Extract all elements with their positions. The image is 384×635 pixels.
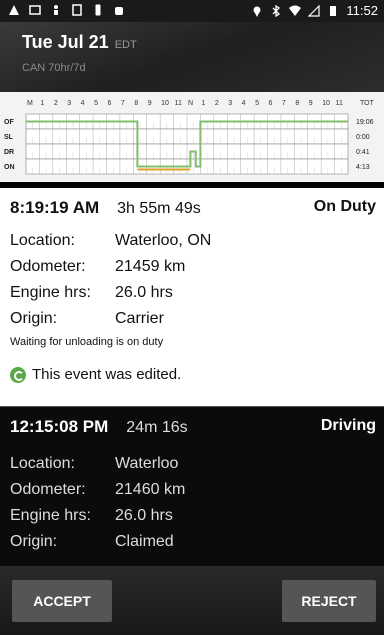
- event-time: 8:19:19 AM: [10, 198, 100, 217]
- log-graph[interactable]: M 1 2 3 4 5 6 7 8 9 10 11 N 1 2 3 4 5 6 7 8 9 10 11 TOT OF 19:06 SL…: [0, 92, 384, 182]
- graph-hour-label: 4: [81, 100, 85, 107]
- log-date[interactable]: Tue Jul 21 EDT: [22, 32, 137, 53]
- graph-row-total: 0:00: [356, 134, 370, 141]
- graph-hour-label: 11: [336, 100, 343, 107]
- engine-hours-label: Engine hrs:: [10, 284, 91, 301]
- event-duration: 24m 16s: [126, 419, 188, 436]
- graph-hour-label: 10: [322, 100, 330, 107]
- action-bar: ACCEPT REJECT: [0, 566, 384, 635]
- odometer-label: Odometer:: [10, 481, 86, 498]
- odometer-value: 21460 km: [115, 481, 186, 498]
- event-time-row: 12:15:08 PM 24m 16s Driving: [10, 417, 376, 439]
- event-duration: 3h 55m 49s: [117, 200, 201, 217]
- event-card-on-duty[interactable]: 8:19:19 AM 3h 55m 49s On Duty Location: Wa…: [0, 188, 384, 406]
- phone-icon: [95, 4, 101, 16]
- engine-hours-field: Engine hrs: 26.0 hrs: [10, 507, 173, 525]
- timezone-label: EDT: [114, 39, 137, 51]
- graph-total-header: TOT: [360, 100, 375, 107]
- status-clock: 11:52: [346, 3, 378, 18]
- engine-hours-value: 26.0 hrs: [115, 284, 173, 301]
- status-bar: 11:52: [0, 0, 384, 22]
- graph-hour-label: 2: [54, 100, 58, 107]
- sim-icon: [72, 4, 82, 16]
- image-icon: [29, 5, 41, 15]
- graph-hour-label: N: [188, 100, 193, 107]
- location-value: Waterloo: [115, 455, 179, 472]
- graph-row-total: 0:41: [356, 149, 370, 156]
- battery-icon: [330, 5, 337, 16]
- graph-row-total: 4:13: [356, 164, 370, 171]
- engine-hours-label: Engine hrs:: [10, 507, 91, 524]
- graph-hour-label: 11: [175, 100, 182, 107]
- location-icon: [253, 6, 261, 17]
- bluetooth-icon: [272, 4, 281, 17]
- origin-label: Origin:: [10, 310, 58, 327]
- graph-hour-label: 7: [282, 100, 286, 107]
- cycle-rule: CAN 70hr/7d: [22, 62, 86, 74]
- accept-button[interactable]: ACCEPT: [12, 580, 112, 622]
- graph-hour-label: 7: [121, 100, 125, 107]
- graph-hour-label: 8: [134, 100, 138, 107]
- engine-hours-field: Engine hrs: 26.0 hrs: [10, 284, 173, 302]
- odometer-value: 21459 km: [115, 258, 186, 275]
- edited-notice[interactable]: This event was edited.: [10, 366, 181, 383]
- event-time: 12:15:08 PM: [10, 417, 109, 436]
- graph-row-label: ON: [4, 164, 15, 171]
- graph-hour-label: 3: [67, 100, 71, 107]
- android-icon: [115, 7, 123, 15]
- graph-hour-label: 1: [40, 100, 44, 107]
- graph-hour-label: 5: [255, 100, 259, 107]
- location-field: Location: Waterloo, ON: [10, 232, 211, 250]
- graph-row-label: DR: [4, 149, 14, 156]
- graph-hour-label: 9: [148, 100, 152, 107]
- scroll-fade: [0, 548, 384, 568]
- event-status: On Duty: [313, 198, 376, 215]
- graph-row-label: SL: [4, 134, 14, 141]
- graph-hour-label: 9: [309, 100, 313, 107]
- location-label: Location:: [10, 232, 75, 249]
- graph-hour-label: 1: [201, 100, 205, 107]
- graph-hour-label: 6: [269, 100, 273, 107]
- event-status: Driving: [320, 417, 376, 434]
- log-graph-svg: M 1 2 3 4 5 6 7 8 9 10 11 N 1 2 3 4 5 6 7 8 9 10 11 TOTOF 19:06SL…: [4, 100, 375, 175]
- edited-text: This event was edited.: [32, 366, 182, 383]
- location-label: Location:: [10, 455, 75, 472]
- graph-hour-label: 4: [242, 100, 246, 107]
- signal-icon: [308, 4, 321, 17]
- wifi-icon: [289, 5, 302, 16]
- graph-hour-label: 2: [215, 100, 219, 107]
- odometer-label: Odometer:: [10, 258, 86, 275]
- origin-field: Origin: Carrier: [10, 310, 164, 328]
- location-field: Location: Waterloo: [10, 455, 178, 473]
- event-time-row: 8:19:19 AM 3h 55m 49s On Duty: [10, 198, 376, 220]
- location-value: Waterloo, ON: [115, 232, 212, 249]
- graph-row-total: 19:06: [356, 119, 374, 126]
- warning-icon: [9, 5, 19, 15]
- odometer-field: Odometer: 21460 km: [10, 481, 185, 499]
- origin-value: Carrier: [115, 310, 164, 327]
- log-date-text: Tue Jul 21: [22, 32, 109, 52]
- edit-history-icon: [10, 366, 26, 383]
- graph-hour-label: 3: [228, 100, 232, 107]
- graph-hour-label: 6: [108, 100, 112, 107]
- graph-row-label: OF: [4, 119, 14, 126]
- graph-hour-label: 10: [161, 100, 169, 107]
- engine-hours-value: 26.0 hrs: [115, 507, 173, 524]
- person-icon: [54, 5, 58, 15]
- graph-hour-label: M: [27, 100, 33, 107]
- reject-button[interactable]: REJECT: [282, 580, 376, 622]
- graph-hour-label: 5: [94, 100, 98, 107]
- app-header: Tue Jul 21 EDT CAN 70hr/7d: [0, 22, 384, 92]
- graph-hour-label: 8: [295, 100, 299, 107]
- event-note: Waiting for unloading is on duty: [10, 336, 164, 348]
- odometer-field: Odometer: 21459 km: [10, 258, 185, 276]
